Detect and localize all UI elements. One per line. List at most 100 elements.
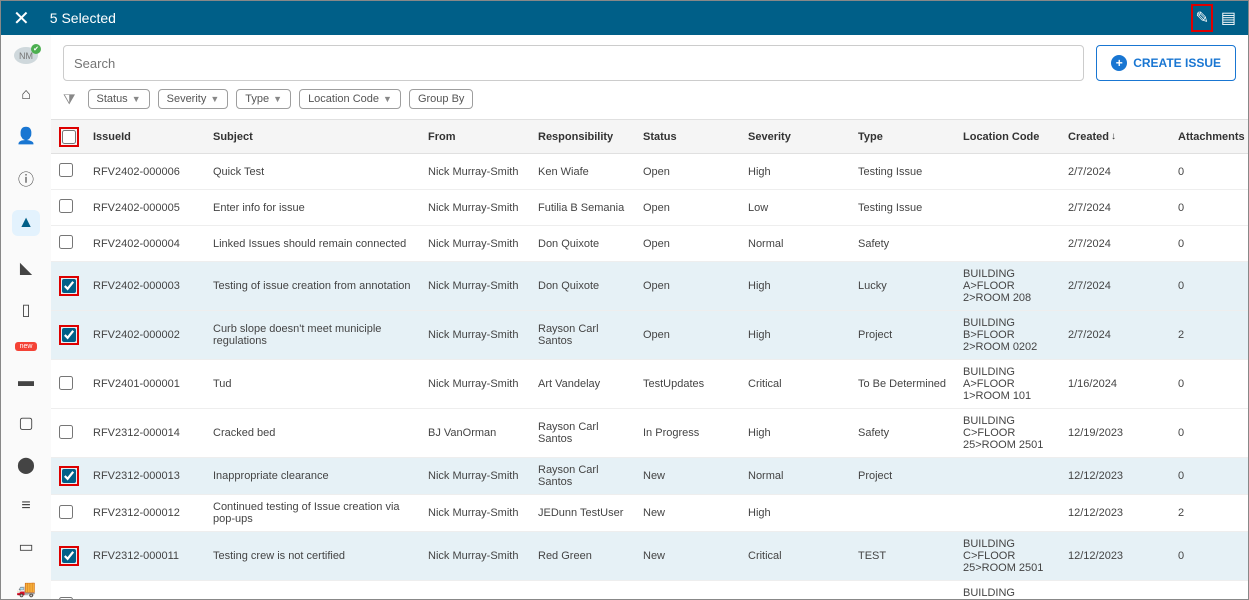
cell-severity: Normal [742,238,852,250]
select-all-checkbox[interactable] [62,130,76,144]
cell-from: Nick Murray-Smith [422,329,532,341]
row-checkbox[interactable] [59,425,73,439]
clipboard-icon[interactable]: ▢ [16,413,36,433]
table-row[interactable]: RFV2312-000011Testing crew is not certif… [51,532,1248,581]
selection-count-title: 5 Selected [50,10,116,26]
close-icon[interactable]: ✕ [13,6,30,31]
cell-subject: Testing crew is not certified [207,550,422,562]
row-checkbox[interactable] [59,597,73,600]
row-checkbox[interactable] [62,469,76,483]
cell-location: BUILDING B>FLOOR 2>ROOM 0202 [957,317,1062,353]
cell-created: 12/12/2023 [1062,550,1172,562]
table-row[interactable]: RFV2312-000014Cracked bedBJ VanOrmanRays… [51,409,1248,458]
box-icon[interactable]: ▭ [16,537,36,557]
issues-icon[interactable]: ▲ [12,210,40,236]
create-issue-button[interactable]: + CREATE ISSUE [1096,45,1236,81]
person-icon[interactable]: 👤 [16,126,36,146]
filter-status[interactable]: Status▼ [88,89,150,109]
cell-status: Open [637,329,742,341]
new-badge-icon[interactable]: new [15,342,37,351]
col-from[interactable]: From [422,131,532,143]
highlight-edit: ✎ [1191,4,1212,32]
document-icon[interactable]: ▯ [16,300,36,320]
filter-location[interactable]: Location Code▼ [299,89,401,109]
checklist-icon[interactable]: ≡ [16,497,36,515]
table-row[interactable]: RFV2312-000010NEW issue for RGBNick Murr… [51,581,1248,599]
cell-attachments: 0 [1172,202,1248,214]
cell-attachments: 0 [1172,550,1248,562]
table-row[interactable]: RFV2401-000001TudNick Murray-SmithArt Va… [51,360,1248,409]
folder-icon[interactable]: ▬ [16,373,36,391]
col-attachments[interactable]: Attachments [1172,131,1248,143]
cell-attachments: 0 [1172,166,1248,178]
cell-created: 12/12/2023 [1062,507,1172,519]
cell-responsibility: JEDunn TestUser [532,507,637,519]
cell-from: Nick Murray-Smith [422,378,532,390]
table-row[interactable]: RFV2402-000004Linked Issues should remai… [51,226,1248,262]
table-row[interactable]: RFV2402-000006Quick TestNick Murray-Smit… [51,154,1248,190]
cell-location: BUILDING A>FLOOR 2>ROOM 207 [957,587,1062,599]
highlight-row-checkbox [59,466,79,486]
filter-severity[interactable]: Severity▼ [158,89,229,109]
search-input[interactable] [63,45,1084,81]
filter-icon[interactable]: ⧩ [63,91,76,108]
library-icon[interactable]: ▤ [1221,8,1236,28]
col-responsibility[interactable]: Responsibility [532,131,637,143]
home-icon[interactable]: ⌂ [16,86,36,104]
cell-severity: Normal [742,470,852,482]
row-checkbox[interactable] [62,279,76,293]
cell-type: Safety [852,427,957,439]
avatar[interactable]: NM [14,47,38,64]
cell-subject: Continued testing of Issue creation via … [207,501,422,525]
chevron-down-icon: ▼ [383,94,392,104]
col-subject[interactable]: Subject [207,131,422,143]
cell-from: Nick Murray-Smith [422,507,532,519]
cell-status: New [637,470,742,482]
filter-groupby[interactable]: Group By [409,89,473,109]
table-row[interactable]: RFV2402-000002Curb slope doesn't meet mu… [51,311,1248,360]
row-checkbox[interactable] [62,549,76,563]
cell-status: Open [637,238,742,250]
ruler-icon[interactable]: ◣ [16,258,36,278]
cell-severity: High [742,427,852,439]
col-severity[interactable]: Severity [742,131,852,143]
filter-type[interactable]: Type▼ [236,89,291,109]
cell-issueid: RFV2402-000004 [87,238,207,250]
cell-issueid: RFV2402-000005 [87,202,207,214]
row-checkbox[interactable] [59,163,73,177]
row-checkbox[interactable] [62,328,76,342]
info-icon[interactable]: ⓘ [16,168,36,188]
table-row[interactable]: RFV2402-000003Testing of issue creation … [51,262,1248,311]
row-checkbox[interactable] [59,505,73,519]
row-checkbox[interactable] [59,376,73,390]
table-row[interactable]: RFV2312-000013Inappropriate clearanceNic… [51,458,1248,495]
col-location[interactable]: Location Code [957,131,1062,143]
cell-severity: High [742,329,852,341]
cell-attachments: 0 [1172,378,1248,390]
col-type[interactable]: Type [852,131,957,143]
table-row[interactable]: RFV2402-000005Enter info for issueNick M… [51,190,1248,226]
cell-attachments: 0 [1172,427,1248,439]
col-issueid[interactable]: IssueId [87,131,207,143]
cell-from: Nick Murray-Smith [422,238,532,250]
cell-subject: Tud [207,378,422,390]
cell-created: 2/7/2024 [1062,280,1172,292]
cell-type: TEST [852,550,957,562]
cell-subject: Testing of issue creation from annotatio… [207,280,422,292]
edit-icon[interactable]: ✎ [1195,10,1208,27]
cell-created: 2/7/2024 [1062,329,1172,341]
cell-status: Open [637,166,742,178]
row-checkbox[interactable] [59,199,73,213]
cell-type: To Be Determined [852,378,957,390]
cell-status: Open [637,280,742,292]
cell-type: Project [852,470,957,482]
row-checkbox[interactable] [59,235,73,249]
location-icon[interactable]: ⬤ [16,455,36,475]
col-status[interactable]: Status [637,131,742,143]
cell-responsibility: Art Vandelay [532,378,637,390]
table-row[interactable]: RFV2312-000012Continued testing of Issue… [51,495,1248,532]
cell-type: Testing Issue [852,166,957,178]
cell-status: TestUpdates [637,378,742,390]
truck-icon[interactable]: 🚚 [16,579,36,599]
col-created[interactable]: Created↓ [1062,131,1172,143]
